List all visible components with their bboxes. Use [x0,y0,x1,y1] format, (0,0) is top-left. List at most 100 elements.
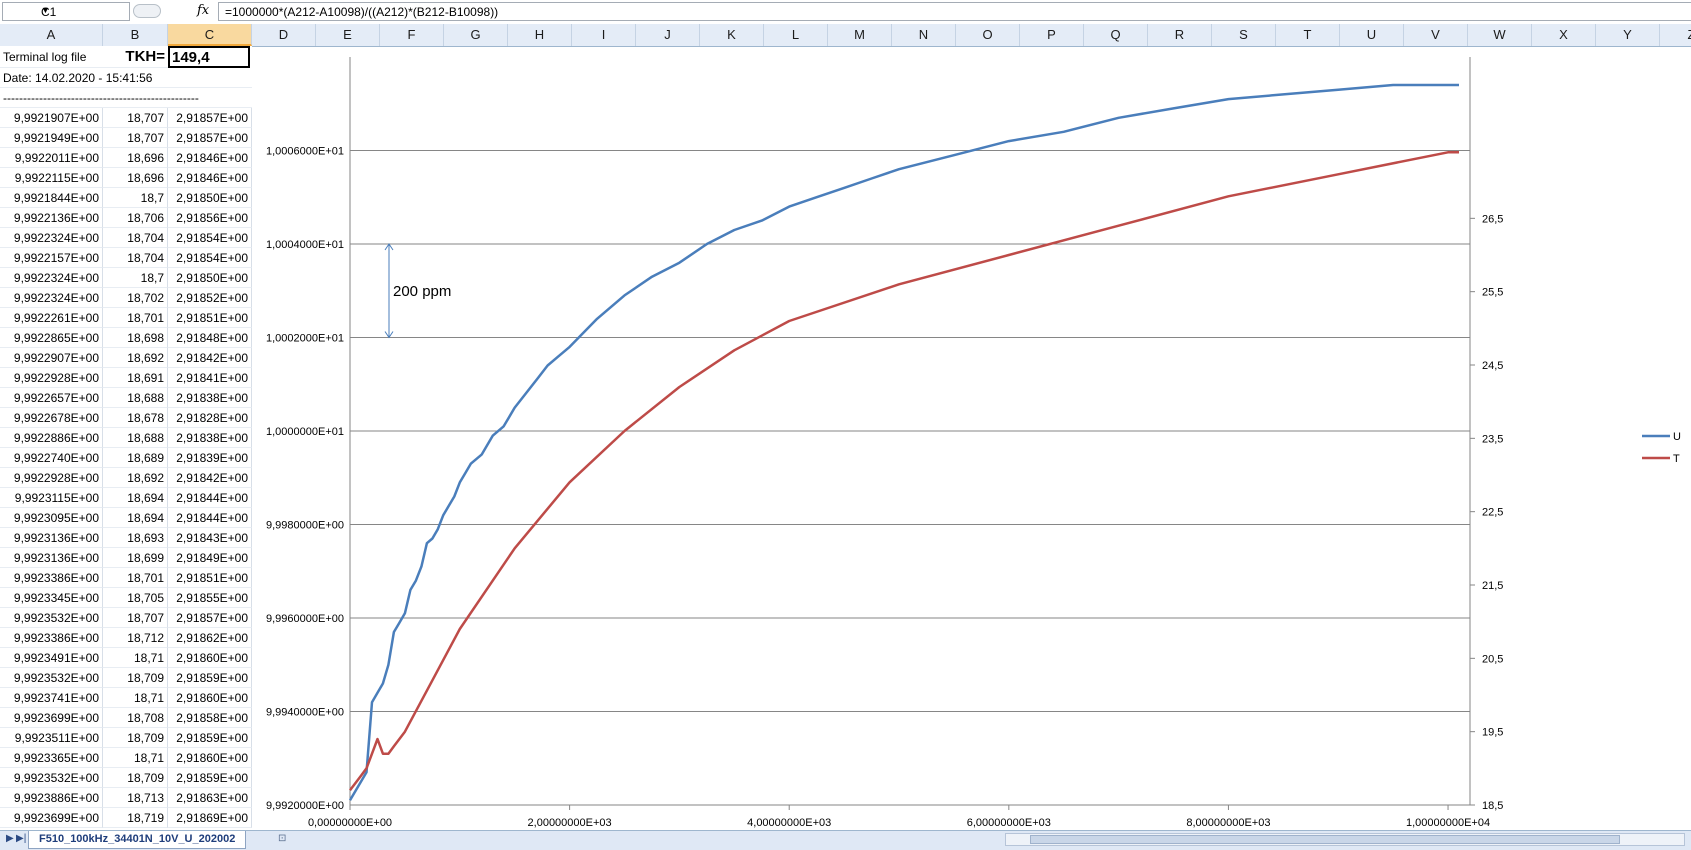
table-cell[interactable]: 2,91838E+00 [168,428,252,448]
column-header-v[interactable]: V [1404,24,1468,46]
column-header-l[interactable]: L [764,24,828,46]
table-cell[interactable]: 2,91854E+00 [168,248,252,268]
insert-function-icon[interactable]: fx [197,3,209,18]
sheet-tab-active[interactable]: F510_100kHz_34401N_10V_U_202002 [28,831,247,849]
tab-nav-last-icon[interactable]: ▶| [16,833,26,844]
table-cell[interactable]: 2,91860E+00 [168,688,252,708]
column-header-j[interactable]: J [636,24,700,46]
column-header-z[interactable]: Z [1660,24,1691,46]
table-cell[interactable]: 18,678 [103,408,168,428]
column-header-m[interactable]: M [828,24,892,46]
table-cell[interactable]: 18,708 [103,708,168,728]
table-cell[interactable]: 18,705 [103,588,168,608]
scroll-thumb[interactable] [1030,835,1620,844]
table-cell[interactable]: 2,91842E+00 [168,468,252,488]
table-cell[interactable]: 9,9921907E+00 [0,108,103,128]
table-cell[interactable]: 9,9922115E+00 [0,168,103,188]
table-cell[interactable]: 18,704 [103,248,168,268]
cell-a2[interactable]: Date: 14.02.2020 - 15:41:56 [0,68,252,88]
table-cell[interactable]: 18,694 [103,488,168,508]
table-cell[interactable]: 18,701 [103,308,168,328]
table-cell[interactable]: 9,9923095E+00 [0,508,103,528]
table-cell[interactable]: 18,71 [103,688,168,708]
table-cell[interactable]: 2,91857E+00 [168,608,252,628]
column-header-k[interactable]: K [700,24,764,46]
table-cell[interactable]: 2,91860E+00 [168,648,252,668]
table-cell[interactable]: 2,91862E+00 [168,628,252,648]
table-cell[interactable]: 9,9923699E+00 [0,808,103,828]
table-cell[interactable]: 2,91846E+00 [168,148,252,168]
table-cell[interactable]: 9,9923136E+00 [0,528,103,548]
table-cell[interactable]: 9,9922324E+00 [0,288,103,308]
table-cell[interactable]: 2,91828E+00 [168,408,252,428]
table-cell[interactable]: 9,9923532E+00 [0,608,103,628]
table-cell[interactable]: 18,713 [103,788,168,808]
table-cell[interactable]: 18,7 [103,188,168,208]
column-header-n[interactable]: N [892,24,956,46]
sheet-cells[interactable]: Terminal log file TKH= 149,4 Date: 14.02… [0,46,252,830]
column-header-o[interactable]: O [956,24,1020,46]
table-cell[interactable]: 18,7 [103,268,168,288]
table-cell[interactable]: 2,91857E+00 [168,108,252,128]
table-cell[interactable]: 2,91852E+00 [168,288,252,308]
table-cell[interactable]: 9,9922657E+00 [0,388,103,408]
table-cell[interactable]: 2,91843E+00 [168,528,252,548]
table-cell[interactable]: 18,699 [103,548,168,568]
table-cell[interactable]: 9,9923741E+00 [0,688,103,708]
table-cell[interactable]: 2,91858E+00 [168,708,252,728]
table-cell[interactable]: 9,9923365E+00 [0,748,103,768]
table-cell[interactable]: 18,692 [103,348,168,368]
column-header-e[interactable]: E [316,24,380,46]
table-cell[interactable]: 9,9922324E+00 [0,228,103,248]
horizontal-scrollbar[interactable] [1005,833,1685,846]
table-cell[interactable]: 9,9923345E+00 [0,588,103,608]
table-cell[interactable]: 18,709 [103,668,168,688]
table-cell[interactable]: 2,91844E+00 [168,508,252,528]
table-cell[interactable]: 9,9923532E+00 [0,768,103,788]
table-cell[interactable]: 2,91851E+00 [168,568,252,588]
table-cell[interactable]: 9,9922261E+00 [0,308,103,328]
insert-sheet-icon[interactable]: ⊡ [278,833,286,844]
table-cell[interactable]: 2,91851E+00 [168,308,252,328]
table-cell[interactable]: 2,91842E+00 [168,348,252,368]
chevron-down-icon[interactable]: ▼ [41,5,125,15]
table-cell[interactable]: 2,91841E+00 [168,368,252,388]
table-cell[interactable]: 9,9923511E+00 [0,728,103,748]
table-cell[interactable]: 18,696 [103,148,168,168]
table-cell[interactable]: 9,9922865E+00 [0,328,103,348]
table-cell[interactable]: 2,91860E+00 [168,748,252,768]
table-cell[interactable]: 18,691 [103,368,168,388]
table-cell[interactable]: 9,9922907E+00 [0,348,103,368]
table-cell[interactable]: 18,694 [103,508,168,528]
table-cell[interactable]: 9,9923386E+00 [0,628,103,648]
table-cell[interactable]: 9,9923886E+00 [0,788,103,808]
table-cell[interactable]: 2,91863E+00 [168,788,252,808]
table-cell[interactable]: 18,707 [103,608,168,628]
column-header-h[interactable]: H [508,24,572,46]
table-cell[interactable]: 18,693 [103,528,168,548]
column-header-b[interactable]: B [103,24,168,46]
table-cell[interactable]: 18,688 [103,428,168,448]
table-cell[interactable]: 2,91854E+00 [168,228,252,248]
table-cell[interactable]: 18,698 [103,328,168,348]
table-cell[interactable]: 18,702 [103,288,168,308]
table-cell[interactable]: 18,706 [103,208,168,228]
table-cell[interactable]: 18,707 [103,108,168,128]
cell-a3[interactable]: ----------------------------------------… [0,88,252,108]
expand-formula-button[interactable] [133,4,161,18]
column-header-u[interactable]: U [1340,24,1404,46]
table-cell[interactable]: 2,91857E+00 [168,128,252,148]
formula-input[interactable]: =1000000*(A212-A10098)/((A212)*(B212-B10… [218,2,1691,21]
table-cell[interactable]: 2,91850E+00 [168,188,252,208]
table-cell[interactable]: 18,689 [103,448,168,468]
column-header-x[interactable]: X [1532,24,1596,46]
table-cell[interactable]: 9,9923532E+00 [0,668,103,688]
table-cell[interactable]: 2,91859E+00 [168,668,252,688]
table-cell[interactable]: 18,709 [103,768,168,788]
table-cell[interactable]: 18,712 [103,628,168,648]
table-cell[interactable]: 2,91869E+00 [168,808,252,828]
column-header-d[interactable]: D [252,24,316,46]
table-cell[interactable]: 9,9923491E+00 [0,648,103,668]
table-cell[interactable]: 2,91848E+00 [168,328,252,348]
table-cell[interactable]: 9,9923386E+00 [0,568,103,588]
